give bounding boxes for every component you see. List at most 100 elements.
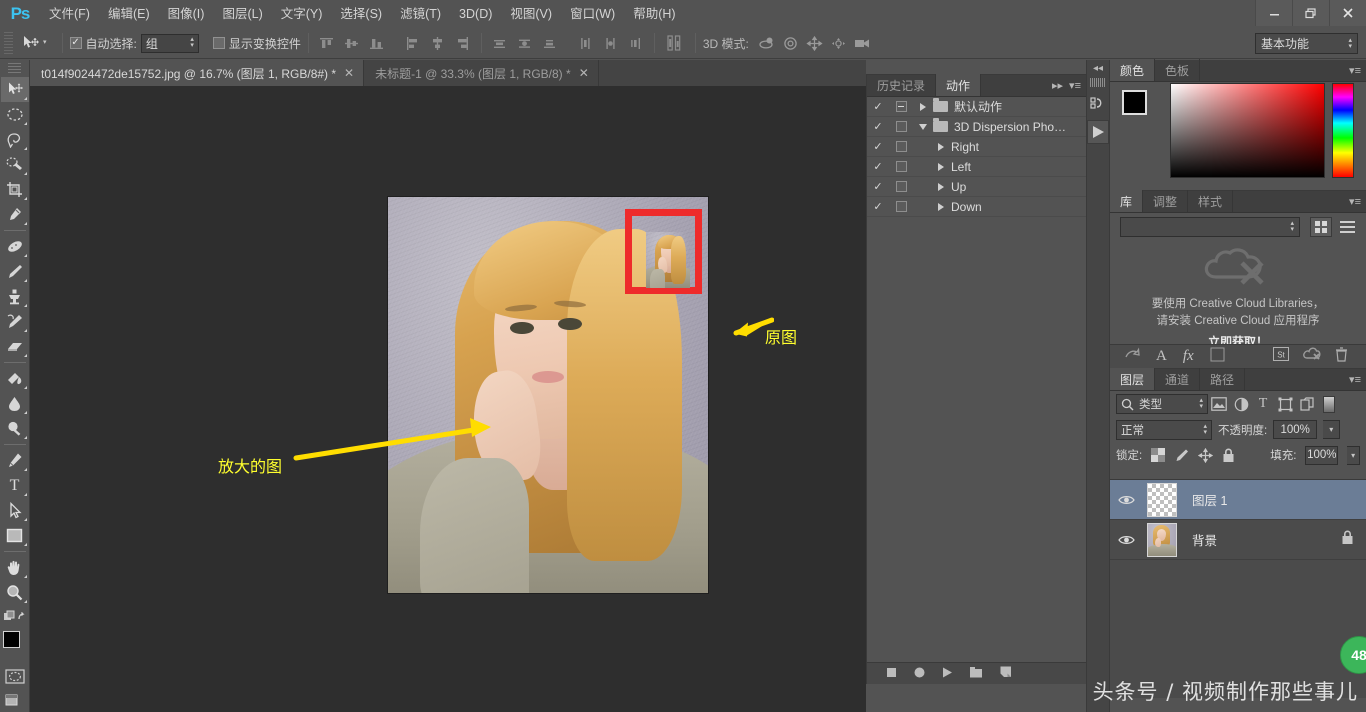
layer-name[interactable]: 背景 [1184,530,1217,549]
tab-styles[interactable]: 样式 [1188,190,1234,212]
strip-grip[interactable] [1090,78,1106,87]
pen-tool[interactable] [1,448,29,473]
hand-tool[interactable] [1,555,29,580]
filter-adjustment-icon[interactable] [1230,394,1252,414]
menu-layer[interactable]: 图层(L) [213,0,271,28]
minimize-button[interactable] [1255,0,1292,26]
action-row-left[interactable]: ✓ Left [867,157,1086,177]
fill-slider-toggle[interactable]: ▾ [1347,445,1360,465]
add-fx-icon[interactable]: fx [1183,348,1194,365]
tab-libraries[interactable]: 库 [1110,190,1144,212]
options-bar-grip[interactable] [4,32,13,54]
gradient-tool[interactable] [1,366,29,391]
filter-smart-object-icon[interactable] [1296,394,1318,414]
link-layer-icon[interactable] [1124,347,1140,366]
distribute-horizontal-centers-icon[interactable] [600,32,622,54]
delete-icon[interactable] [1335,346,1348,367]
fill-value[interactable]: 100% [1305,445,1339,465]
tab-swatches[interactable]: 色板 [1155,59,1201,81]
align-bottom-edges-icon[interactable] [366,32,388,54]
distribute-left-edges-icon[interactable] [575,32,597,54]
action-dialog-toggle[interactable] [889,121,913,132]
action-dialog-toggle[interactable] [889,101,913,112]
layer-filter-select[interactable]: 类型 ▴ ▾ [1116,394,1208,414]
layer-thumbnail[interactable] [1140,522,1184,557]
elliptical-marquee-tool[interactable] [1,102,29,127]
filter-enable-toggle[interactable] [1323,395,1335,413]
horizontal-type-tool[interactable]: T [1,473,29,498]
roll-3d-icon[interactable] [779,32,803,54]
action-enabled-check[interactable]: ✓ [867,200,889,213]
eyedropper-tool[interactable] [1,202,29,227]
action-dialog-toggle[interactable] [889,201,913,212]
action-expand-arrow[interactable] [931,182,951,191]
document-tab-2-close-icon[interactable]: ✕ [579,66,589,80]
grid-view-button[interactable] [1310,217,1332,237]
distribute-vertical-centers-icon[interactable] [514,32,536,54]
action-row-right[interactable]: ✓ Right [867,137,1086,157]
menu-image[interactable]: 图像(I) [159,0,214,28]
tab-actions[interactable]: 动作 [936,74,982,96]
hue-ramp[interactable] [1332,83,1354,178]
align-to-selection-icon[interactable] [662,32,688,54]
layer-name[interactable]: 图层 1 [1184,490,1227,509]
tab-paths[interactable]: 路径 [1200,368,1246,390]
collapse-icon[interactable]: ▸▸ [1052,79,1063,92]
tools-panel-grip[interactable] [8,63,21,75]
opacity-slider-toggle[interactable]: ▾ [1323,420,1341,439]
show-transform-checkbox[interactable] [212,37,225,49]
color-chip-icon[interactable] [1210,347,1225,367]
align-right-edges-icon[interactable] [452,32,474,54]
lasso-tool[interactable] [1,127,29,152]
menu-type[interactable]: 文字(Y) [272,0,332,28]
layer-visibility-toggle[interactable] [1112,534,1140,546]
close-button[interactable] [1329,0,1366,26]
add-style-icon[interactable]: A [1156,348,1167,365]
action-row-down[interactable]: ✓ Down [867,197,1086,217]
document-tab-1[interactable]: t014f9024472de15752.jpg @ 16.7% (图层 1, R… [30,60,365,86]
action-enabled-check[interactable]: ✓ [867,180,889,193]
pan-3d-icon[interactable] [803,32,827,54]
new-action-button[interactable] [1000,665,1012,683]
filter-pixel-icon[interactable] [1208,394,1230,414]
action-dialog-toggle[interactable] [889,161,913,172]
lock-image-pixels-icon[interactable] [1174,447,1189,463]
action-enabled-check[interactable]: ✓ [867,120,889,133]
document-tab-2[interactable]: 未标题-1 @ 33.3% (图层 1, RGB/8) * ✕ [364,60,599,86]
quick-selection-tool[interactable] [1,152,29,177]
layer-row-1[interactable]: 图层 1 [1110,480,1366,520]
action-enabled-check[interactable]: ✓ [867,160,889,173]
align-left-edges-icon[interactable] [402,32,424,54]
rotate-3d-icon[interactable] [755,32,779,54]
expand-panels-icon[interactable]: ◂◂ [1093,60,1103,76]
lock-transparency-icon[interactable] [1151,447,1166,463]
action-row-up[interactable]: ✓ Up [867,177,1086,197]
color-picker-field[interactable] [1170,83,1325,178]
distribute-bottom-edges-icon[interactable] [539,32,561,54]
zoom-tool[interactable] [1,580,29,605]
play-button[interactable] [942,665,953,683]
move-tool[interactable] [0,77,29,102]
lock-position-icon[interactable] [1198,447,1214,463]
color-panel-menu-icon[interactable]: ▾≡ [1349,64,1361,77]
foreground-color-swatch[interactable] [2,631,20,648]
blend-mode-select[interactable]: 正常 ▴ ▾ [1116,419,1212,440]
blur-tool[interactable] [1,391,29,416]
stock-icon[interactable]: St [1273,346,1289,367]
active-tool-preview[interactable]: ▾ [18,31,55,55]
tab-color[interactable]: 颜色 [1110,59,1156,81]
menu-file[interactable]: 文件(F) [40,0,99,28]
auto-select-checkbox[interactable]: ✓ [69,37,82,49]
menu-3d[interactable]: 3D(D) [450,0,501,28]
tab-channels[interactable]: 通道 [1155,368,1201,390]
menu-edit[interactable]: 编辑(E) [99,0,159,28]
eraser-tool[interactable] [1,334,29,359]
action-collapse-arrow[interactable] [913,123,933,130]
align-horizontal-centers-icon[interactable] [427,32,449,54]
workspace-switcher[interactable]: 基本功能 ▴ ▾ [1255,33,1358,54]
action-row-dispersion-set[interactable]: ✓ 3D Dispersion Pho… [867,117,1086,137]
library-select[interactable]: ▴ ▾ [1120,217,1300,237]
tool-preset-chevron[interactable]: ▾ [43,39,47,46]
action-row-default-set[interactable]: ✓ 默认动作 [867,97,1086,117]
align-top-edges-icon[interactable] [316,32,338,54]
